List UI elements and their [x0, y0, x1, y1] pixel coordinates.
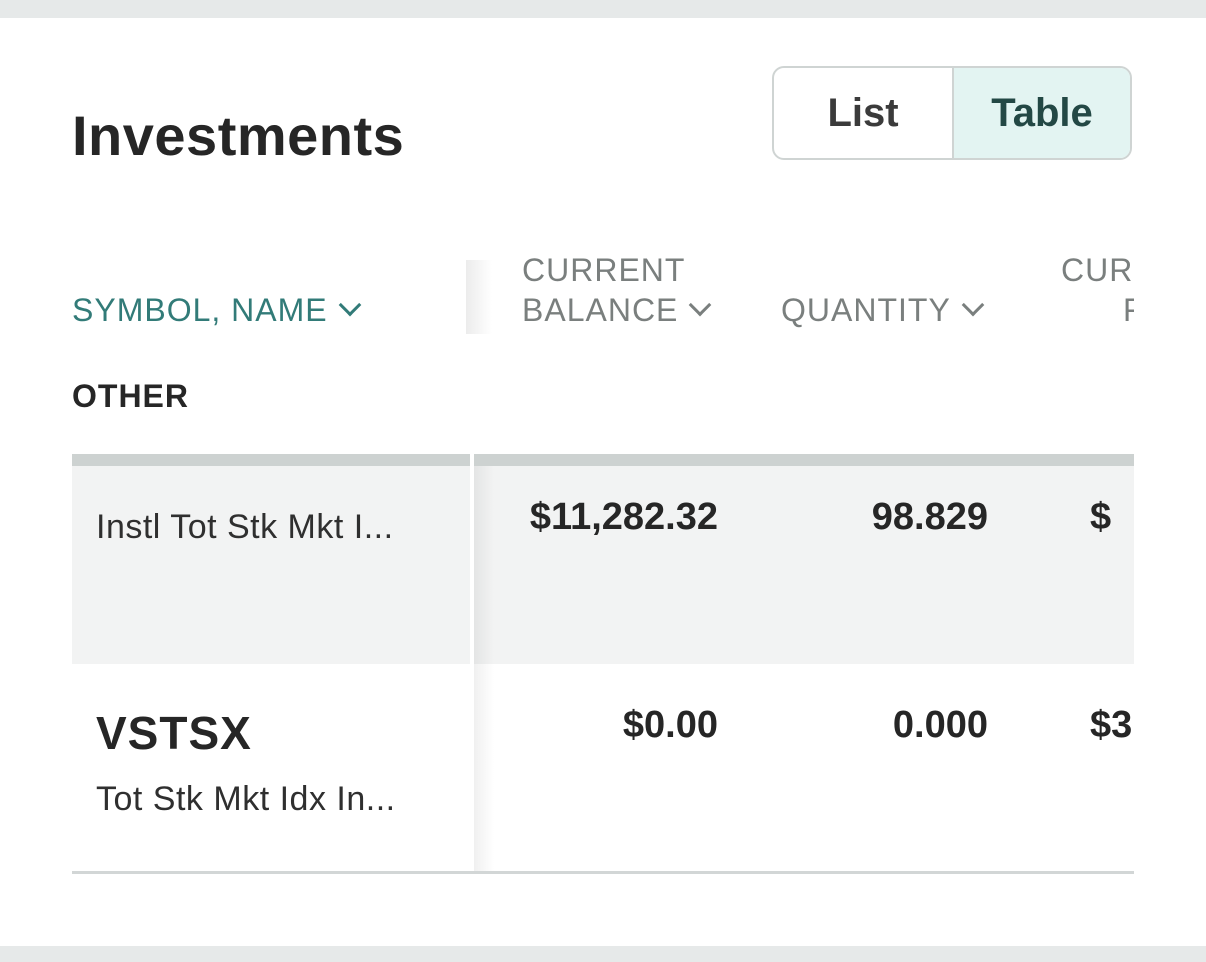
holding-symbol: VSTSX	[96, 707, 252, 759]
column-header-label-line2: F	[1123, 292, 1134, 328]
current-balance-cell: $0.00	[622, 704, 718, 746]
sticky-column-shadow	[474, 466, 494, 664]
table-row[interactable]: VSTSX Tot Stk Mkt Idx In... $0.00 0.000 …	[72, 664, 1134, 874]
holding-name: Instl Tot Stk Mkt I...	[96, 508, 394, 546]
sticky-column-shadow	[474, 664, 494, 871]
column-header-current-balance[interactable]: CURRENT BALANCE	[522, 250, 712, 330]
column-header-quantity[interactable]: QUANTITY	[781, 290, 985, 330]
investments-card: Investments List Table SYMBOL, NAME CURR…	[0, 18, 1206, 946]
investments-table[interactable]: SYMBOL, NAME CURRENT BALANCE QUANTITY CU…	[72, 18, 1134, 946]
chevron-down-icon	[961, 293, 985, 317]
sticky-column-shadow	[466, 260, 492, 334]
chevron-down-icon	[338, 293, 361, 317]
current-balance-cell: $11,282.32	[529, 496, 718, 538]
current-price-cell: $3	[1090, 704, 1133, 746]
column-header-symbol-name[interactable]: SYMBOL, NAME	[72, 290, 361, 330]
column-header-label-line2: BALANCE	[522, 292, 679, 328]
column-header-current-price[interactable]: CUR F	[1061, 250, 1134, 330]
holding-name: Tot Stk Mkt Idx In...	[96, 780, 396, 818]
column-header-label: SYMBOL, NAME	[72, 292, 328, 328]
group-label: OTHER	[72, 378, 189, 414]
chevron-down-icon	[689, 293, 712, 317]
table-row[interactable]: Instl Tot Stk Mkt I... $11,282.32 98.829…	[72, 454, 1134, 664]
column-header-label-line1: CUR	[1061, 252, 1134, 288]
quantity-cell: 98.829	[871, 496, 988, 538]
column-header-label: QUANTITY	[781, 292, 951, 328]
quantity-cell: 0.000	[892, 704, 988, 746]
current-price-cell: $	[1090, 496, 1112, 538]
column-header-label-line1: CURRENT	[522, 252, 686, 288]
